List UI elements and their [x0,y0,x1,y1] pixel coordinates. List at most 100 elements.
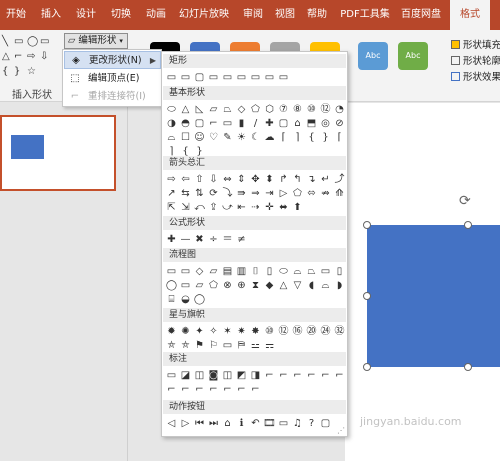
shape-option-icon[interactable]: ↵ [319,173,332,186]
shape-option-icon[interactable]: ↱ [277,173,290,186]
shape-option-icon[interactable]: { [305,131,318,144]
menu-item-edit-points[interactable]: ⬚ 编辑顶点(E) [64,70,161,88]
tab-review[interactable]: 审阅 [239,0,267,30]
shape-option-icon[interactable]: ⌷ [249,265,262,278]
shape-option-icon[interactable]: ▽ [291,279,304,292]
shape-option-icon[interactable]: ≠ [235,233,248,246]
shape-option-icon[interactable]: ⬠ [249,103,262,116]
shape-option-icon[interactable]: ▭ [249,71,262,84]
shape-effects-button[interactable]: 形状效果 [451,69,500,83]
shape-option-icon[interactable]: ▭ [221,117,234,130]
shape-option-icon[interactable]: ◓ [179,117,192,130]
shape-option-icon[interactable]: ⌐ [165,383,178,396]
shape-option-icon[interactable]: ⌐ [319,369,332,382]
shape-option-icon[interactable]: ▥ [235,265,248,278]
shape-option-icon[interactable]: ▢ [319,417,332,430]
shape-option-icon[interactable]: ⌸ [165,293,178,306]
shape-option-icon[interactable]: ⇱ [165,201,178,214]
style-swatch-green-abc[interactable]: Abc [398,42,428,70]
shape-option-icon[interactable]: ◯ [165,279,178,292]
resize-handle-middle-left[interactable] [363,292,371,300]
shape-option-icon[interactable]: ⇤ [235,201,248,214]
shape-option-icon[interactable]: ⊘ [333,117,346,130]
shape-option-icon[interactable]: ⑩ [263,325,276,338]
shape-option-icon[interactable]: ⌂ [291,117,304,130]
shape-option-icon[interactable]: ✷ [235,325,248,338]
shape-option-icon[interactable]: ◆ [263,279,276,292]
shape-option-icon[interactable]: ⤵ [221,187,234,200]
tab-view[interactable]: 视图 [271,0,299,30]
shape-option-icon[interactable]: ◒ [179,293,192,306]
shape-option-icon[interactable]: ⟳ [207,187,220,200]
shape-option-icon[interactable]: ⇔ [221,173,234,186]
shape-option-icon[interactable]: ⤻ [221,201,234,214]
shape-option-icon[interactable]: ⇒ [249,187,262,200]
rotate-handle-icon[interactable]: ⟳ [459,193,471,209]
shape-fill-button[interactable]: 形状填充 [451,37,500,51]
shape-option-icon[interactable]: ✺ [179,325,192,338]
shape-option-icon[interactable]: ⛤ [165,339,178,352]
shape-option-icon[interactable]: ⬡ [263,103,276,116]
shape-option-icon[interactable]: ♫ [291,417,304,430]
insert-shapes-gallery[interactable]: ╲ ▭ ◯ ▭ △ ⌐ ⇨ ⇩ { } ☆ [0,36,62,82]
shape-option-icon[interactable]: ⌐ [305,369,318,382]
shape-option-icon[interactable]: ⌐ [249,383,262,396]
shape-option-icon[interactable]: ㉜ [333,325,346,338]
shape-option-icon[interactable]: ↰ [291,173,304,186]
shape-option-icon[interactable]: ◪ [179,369,192,382]
star-shape-icon[interactable]: ☆ [27,66,36,77]
shape-option-icon[interactable]: ▭ [263,71,276,84]
shape-option-icon[interactable]: ☁ [263,131,276,144]
tab-help[interactable]: 帮助 [303,0,331,30]
shape-option-icon[interactable]: ⑫ [319,103,332,116]
shape-option-icon[interactable]: ⌓ [291,265,304,278]
shape-option-icon[interactable]: ▭ [165,369,178,382]
shape-option-icon[interactable]: / [249,117,262,130]
shape-option-icon[interactable]: ◖ [305,279,318,292]
shape-option-icon[interactable]: ⑯ [291,325,304,338]
menu-item-change-shape[interactable]: ◈ 更改形状(N) ▶ [64,51,161,69]
shape-option-icon[interactable]: ⏢ [221,103,234,116]
resize-handle-bottom-left[interactable] [363,363,371,371]
shape-option-icon[interactable]: ☺ [193,131,206,144]
shape-option-icon[interactable]: ◯ [193,293,206,306]
tab-format[interactable]: 格式 [450,0,490,30]
shape-option-icon[interactable]: ▱ [193,279,206,292]
shape-option-icon[interactable]: ⊕ [235,279,248,292]
shape-option-icon[interactable]: ⇥ [263,187,276,200]
shape-option-icon[interactable]: ▷ [179,417,192,430]
shape-option-icon[interactable]: ＝ [221,233,234,246]
shape-option-icon[interactable]: ⛤ [179,339,192,352]
shape-option-icon[interactable]: ⌂ [221,417,234,430]
shape-option-icon[interactable]: ◙ [207,369,220,382]
shape-option-icon[interactable]: ⌈ [333,131,346,144]
arrow-shape-icon[interactable]: ⇩ [40,51,48,62]
shape-option-icon[interactable]: ☀ [235,131,248,144]
rect-shape-icon[interactable]: ▭ [14,36,23,47]
shape-option-icon[interactable]: ⬠ [291,187,304,200]
tab-animations[interactable]: 动画 [142,0,170,30]
shape-option-icon[interactable]: ▭ [179,71,192,84]
shape-option-icon[interactable]: ⌐ [207,383,220,396]
resize-grip-icon[interactable]: ⋰ [337,426,345,435]
shape-option-icon[interactable]: ▱ [207,265,220,278]
shape-option-icon[interactable]: ▭ [235,71,248,84]
shape-option-icon[interactable]: ◺ [193,103,206,116]
corner-shape-icon[interactable]: ⌐ [14,51,22,62]
tab-pdf-tools[interactable]: PDF工具集 [336,0,394,30]
shape-option-icon[interactable]: ✹ [165,325,178,338]
shape-option-icon[interactable]: ◫ [221,369,234,382]
shape-option-icon[interactable]: ⧗ [249,279,262,292]
shape-option-icon[interactable]: ⇩ [207,173,220,186]
shape-option-icon[interactable]: ⌐ [277,369,290,382]
style-swatch-blue-abc[interactable]: Abc [358,42,388,70]
resize-handle-top-middle[interactable] [464,221,472,229]
shape-option-icon[interactable]: ⌐ [235,383,248,396]
shape-option-icon[interactable]: ◇ [193,265,206,278]
shape-option-icon[interactable]: ⌐ [221,383,234,396]
shape-option-icon[interactable]: ⊗ [221,279,234,292]
shape-option-icon[interactable]: ▭ [319,265,332,278]
shape-option-icon[interactable]: ⬭ [165,103,178,116]
shape-option-icon[interactable]: ⇢ [249,201,262,214]
shape-option-icon[interactable]: ▭ [179,279,192,292]
